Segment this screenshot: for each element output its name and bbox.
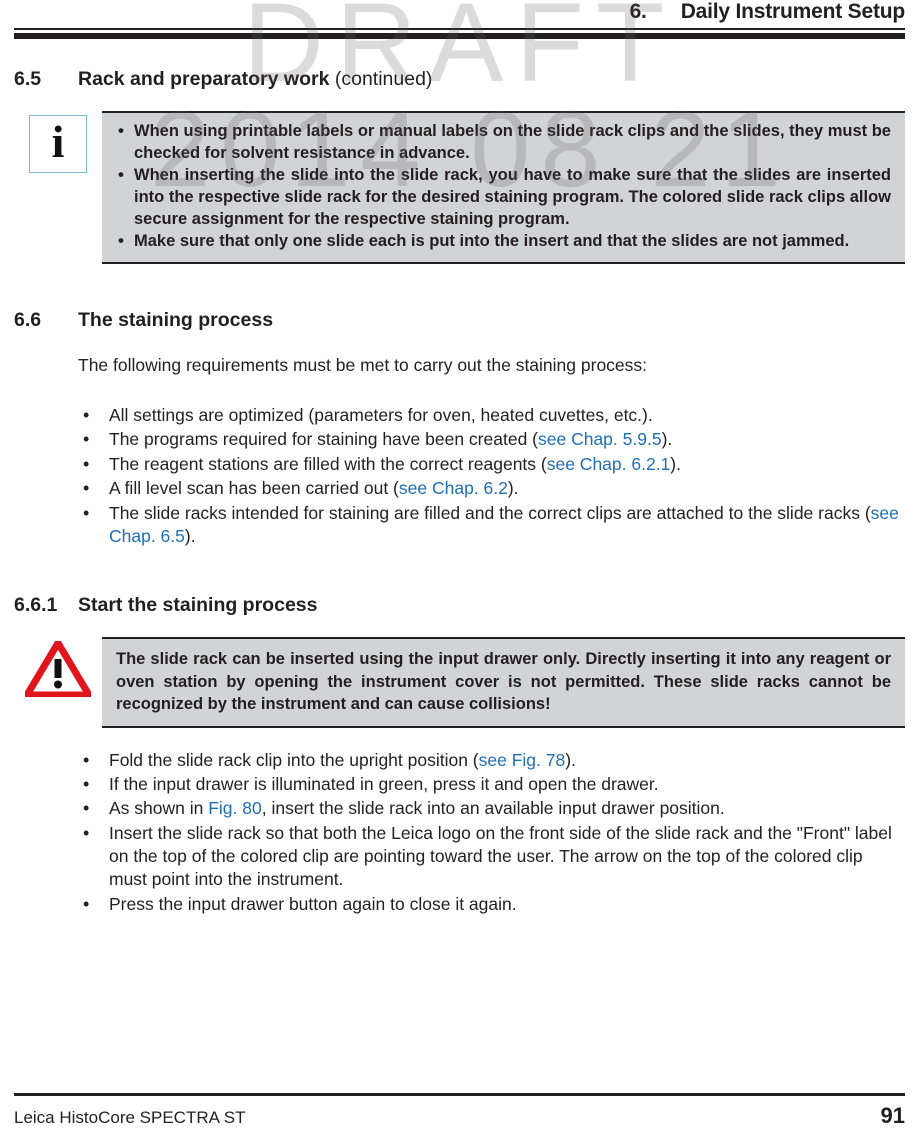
list-item: The slide racks intended for staining ar… — [78, 501, 905, 549]
list-item: As shown in Fig. 80, insert the slide ra… — [78, 796, 905, 820]
section-title-6-6-1: Start the staining process — [78, 594, 318, 617]
list-item-text-after: ). — [670, 453, 681, 474]
list-item: The reagent stations are filled with the… — [78, 452, 905, 476]
note-callout-body: When using printable labels or manual la… — [102, 111, 905, 264]
cross-reference-link[interactable]: see Chap. 6.2 — [399, 478, 508, 498]
list-item: When using printable labels or manual la… — [116, 120, 891, 165]
warning-callout-body: The slide rack can be inserted using the… — [102, 637, 905, 728]
warning-text: The slide rack can be inserted using the… — [116, 650, 891, 714]
list-item-text-before: If the input drawer is illuminated in gr… — [109, 773, 659, 794]
steps-list: Fold the slide rack clip into the uprigh… — [78, 748, 905, 917]
info-icon-glyph: i — [51, 116, 65, 167]
list-item-text-after: ). — [184, 525, 196, 546]
list-item-text-before: Press the input drawer button again to c… — [109, 893, 517, 914]
cross-reference-link[interactable]: Fig. 80 — [208, 798, 262, 818]
warning-callout: The slide rack can be inserted using the… — [14, 636, 905, 728]
section-number-6-6: 6.6 — [14, 308, 42, 331]
cross-reference-link[interactable]: see Fig. 78 — [479, 750, 566, 770]
list-item: Make sure that only one slide each is pu… — [116, 230, 891, 253]
section-title-6-5-suffix-text: (continued) — [334, 68, 433, 90]
list-item: Press the input drawer button again to c… — [78, 892, 905, 916]
list-item-text-after: ). — [507, 478, 519, 499]
header-chapter-title: 6. Daily Instrument Setup — [629, 0, 906, 24]
list-item: Fold the slide rack clip into the uprigh… — [78, 748, 905, 772]
info-icon: i — [29, 115, 87, 173]
list-item-text-after: , insert the slide rack into an availabl… — [261, 798, 725, 819]
cross-reference-link[interactable]: see Chap. 6.2.1 — [547, 454, 671, 474]
footer-page-number: 91 — [880, 1103, 905, 1128]
section-heading-6-6-1: 6.6.1 Start the staining process — [14, 594, 905, 617]
note-icon-cell: i — [14, 111, 102, 173]
header-chapter-number: 6. — [629, 0, 647, 23]
list-item-text-after: ). — [661, 429, 673, 450]
section-title-6-6: The staining process — [78, 308, 274, 331]
section-6-6-intro: The following requirements must be met t… — [78, 354, 648, 375]
section-title-6-5-suffix: (continued) — [329, 68, 433, 90]
list-item-text-after: ). — [565, 749, 576, 770]
footer-product-name: Leica HistoCore SPECTRA ST — [14, 1108, 246, 1127]
list-item: Insert the slide rack so that both the L… — [78, 821, 905, 892]
document-page: 6. Daily Instrument Setup 6.5 Rack and pr… — [0, 0, 919, 1143]
section-number-6-6-1: 6.6.1 — [14, 594, 58, 617]
requirements-list: All settings are optimized (parameters f… — [78, 403, 905, 549]
section-title-6-5: Rack and preparatory work (continued) — [78, 68, 432, 91]
list-item-text-before: As shown in — [109, 798, 209, 819]
warning-triangle-icon — [20, 636, 96, 699]
list-item-text-before: Fold the slide rack clip into the uprigh… — [109, 749, 479, 770]
section-heading-6-5: 6.5 Rack and preparatory work (continued… — [14, 68, 905, 91]
warning-icon-cell — [14, 636, 102, 699]
page-footer: Leica HistoCore SPECTRA ST 91 — [14, 1093, 905, 1129]
section-heading-6-6: 6.6 The staining process — [14, 309, 905, 332]
note-bullet-list: When using printable labels or manual la… — [116, 120, 891, 253]
list-item-text-before: A fill level scan has been carried out ( — [109, 478, 399, 499]
list-item: When inserting the slide into the slide … — [116, 164, 891, 231]
list-item: All settings are optimized (parameters f… — [78, 403, 905, 427]
list-item-text-before: Insert the slide rack so that both the L… — [109, 822, 892, 890]
footer-rule — [14, 1093, 905, 1096]
list-item: A fill level scan has been carried out (… — [78, 476, 905, 500]
section-number-6-5: 6.5 — [14, 68, 42, 90]
header-rule-thin — [14, 28, 905, 30]
page-header: 6. Daily Instrument Setup — [14, 0, 905, 46]
list-item-text-before: The programs required for staining have … — [109, 429, 538, 450]
list-item-text-before: All settings are optimized (parameters f… — [109, 405, 653, 426]
cross-reference-link[interactable]: see Chap. 5.9.5 — [538, 429, 662, 449]
header-rule-thick — [14, 33, 905, 39]
list-item-text-before: The reagent stations are filled with the… — [109, 453, 547, 474]
footer-row: Leica HistoCore SPECTRA ST 91 — [14, 1103, 905, 1129]
list-item-text-before: The slide racks intended for staining ar… — [109, 502, 871, 523]
header-chapter-label: Daily Instrument Setup — [680, 0, 906, 23]
section-title-6-5-text: Rack and preparatory work — [78, 68, 330, 90]
list-item: If the input drawer is illuminated in gr… — [78, 772, 905, 796]
list-item: The programs required for staining have … — [78, 427, 905, 451]
note-callout: i When using printable labels or manual … — [14, 111, 905, 264]
